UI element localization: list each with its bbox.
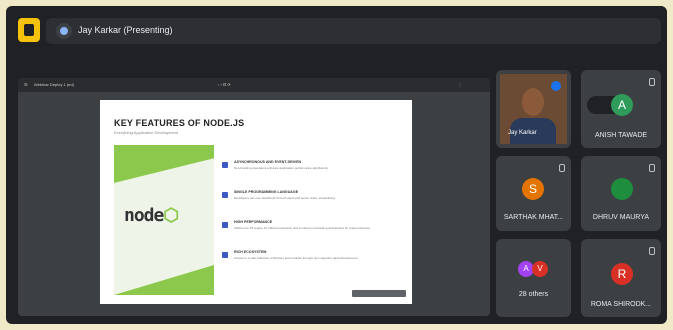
feature-heading: RICH ECOSYSTEM xyxy=(234,250,267,254)
feature-icon xyxy=(222,192,228,198)
participant-name: DHRUV MAURYA xyxy=(592,214,650,221)
avatar: V xyxy=(532,261,548,277)
feature-icon xyxy=(222,162,228,168)
presentation-toolbar: ☰ Webinar Deploy 1 (ed) ‹ › ⊟ ⟳ ⋮ xyxy=(18,78,490,92)
participant-count: 28 others xyxy=(518,291,549,298)
slide-subtitle: Everything Application Development xyxy=(114,130,179,135)
participant-name: Jay Karkar xyxy=(508,130,537,136)
slide: KEY FEATURES OF NODE.JS Everything Appli… xyxy=(100,100,412,304)
feature-description: Utilizes the V8 engine for efficient exe… xyxy=(234,226,371,230)
participant-tile-roma[interactable]: R ROMA SHIRODK... xyxy=(581,239,661,317)
feature-icon xyxy=(222,222,228,228)
participant-tile-jay[interactable]: Jay Karkar xyxy=(496,70,571,148)
feature-icon xyxy=(222,252,228,258)
feature-description: Developers can use JavaScript for both c… xyxy=(234,196,336,200)
participant-video: Jay Karkar xyxy=(500,74,567,144)
presenting-banner[interactable]: Jay Karkar (Presenting) xyxy=(46,18,661,44)
avatar: A xyxy=(611,94,633,116)
more-icon[interactable]: ⋮ xyxy=(458,82,462,87)
participant-tile-anish[interactable]: A ANISH TAWADE xyxy=(581,70,661,148)
feature-heading: HIGH PERFORMANCE xyxy=(234,220,273,224)
presentation-panel[interactable]: ☰ Webinar Deploy 1 (ed) ‹ › ⊟ ⟳ ⋮ KEY FE… xyxy=(18,78,490,316)
slide-title: KEY FEATURES OF NODE.JS xyxy=(114,118,245,128)
participant-name: SARTHAK MHAT... xyxy=(503,214,564,221)
presentation-title: Webinar Deploy 1 (ed) xyxy=(34,82,74,87)
meet-app-icon[interactable] xyxy=(18,18,40,42)
node-logo-panel: node⬡ xyxy=(114,145,214,295)
muted-mic-icon xyxy=(649,247,655,255)
feature-description: Non-blocking operations enhance applicat… xyxy=(234,166,329,170)
avatar xyxy=(611,178,633,200)
feature-heading: SINGLE PROGRAMMING LANGUAGE xyxy=(234,190,299,194)
menu-icon[interactable]: ☰ xyxy=(24,82,28,87)
page-controls[interactable]: ‹ › ⊟ ⟳ xyxy=(218,82,231,87)
participant-name: ROMA SHIRODK... xyxy=(590,301,652,308)
muted-mic-icon xyxy=(649,164,655,172)
participant-name: ANISH TAWADE xyxy=(594,132,648,139)
muted-mic-icon xyxy=(649,78,655,86)
speaking-indicator-icon xyxy=(551,81,561,91)
meet-window: Jay Karkar (Presenting) ☰ Webinar Deploy… xyxy=(6,6,667,324)
feature-heading: ASYNCHRONOUS AND EVENT-DRIVEN xyxy=(234,160,302,164)
avatar: R xyxy=(611,263,633,285)
slide-overlay-badge xyxy=(352,290,406,297)
participant-tile-others[interactable]: A V 28 others xyxy=(496,239,571,317)
participant-tile-sarthak[interactable]: S SARTHAK MHAT... xyxy=(496,156,571,231)
presenting-icon xyxy=(56,23,72,39)
participant-tile-dhruv[interactable]: DHRUV MAURYA xyxy=(581,156,661,231)
feature-description: Access to a vast collection of libraries… xyxy=(234,256,359,260)
muted-mic-icon xyxy=(559,164,565,172)
presenting-text: Jay Karkar (Presenting) xyxy=(78,25,173,35)
avatar: S xyxy=(522,178,544,200)
nodejs-logo: node⬡ xyxy=(124,205,179,226)
